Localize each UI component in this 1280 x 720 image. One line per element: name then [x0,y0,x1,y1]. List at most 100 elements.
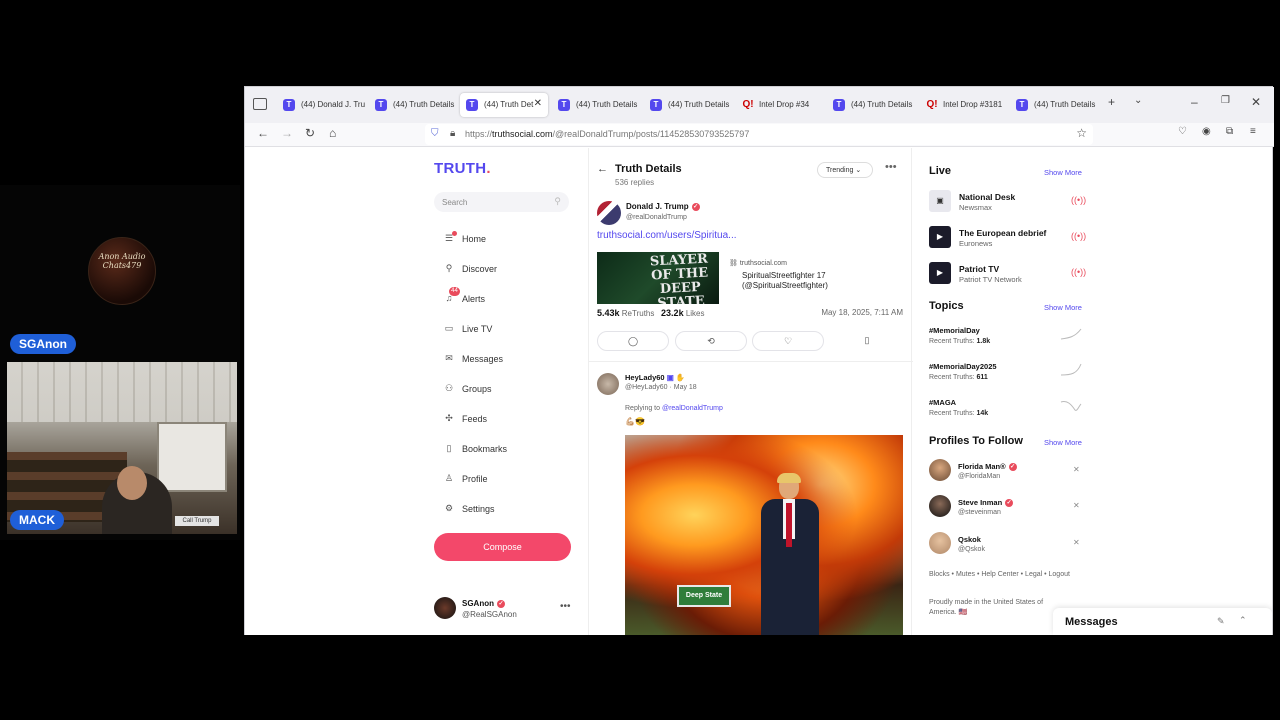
follow-suggestion[interactable]: Steve Inman ✓ @steveinman ✕ [929,495,1089,521]
url-bar[interactable]: ⛉ 🔒︎ https://truthsocial.com/@realDonald… [425,124,1093,145]
play-icon: ▶ [929,226,951,248]
retruth-count[interactable]: 5.43k [597,308,620,318]
search-input[interactable]: Search ⚲ [434,192,569,212]
bookmark-button[interactable]: ▯ [831,331,903,351]
retruth-label[interactable]: ReTruths [622,309,655,318]
like-count[interactable]: 23.2k [661,308,684,318]
extensions-icon[interactable]: ⧉ [1226,126,1233,137]
browser-tab[interactable]: Q! Intel Drop #34 [735,93,823,117]
more-options-icon[interactable]: ••• [560,601,571,612]
reload-icon[interactable]: ↻ [305,126,315,140]
badge-icon: ▣ [666,373,674,382]
avatar [929,459,951,481]
close-tab-icon[interactable]: ✕ [534,98,542,109]
nav-label: Settings [462,504,495,514]
avatar [929,532,951,554]
menu-icon[interactable]: ≡ [1250,126,1256,137]
account-icon[interactable]: ◉ [1202,126,1211,137]
live-show-more[interactable]: Show More [1044,168,1082,177]
minimize-icon[interactable]: – [1191,95,1198,109]
like-button[interactable]: ♡ [752,331,824,351]
webcam-sign: Call Trump [175,516,219,526]
browser-tab[interactable]: T (44) Donald J. Tru [277,93,365,117]
home-icon[interactable]: ⌂ [329,126,336,140]
topic-item[interactable]: #MemorialDay2025 Recent Truths: 611 [929,362,1089,388]
profiles-show-more[interactable]: Show More [1044,438,1082,447]
follow-handle: @Qskok [958,546,985,553]
follow-suggestion[interactable]: Qskok @Qskok ✕ [929,532,1089,558]
replying-to-link[interactable]: @realDonaldTrump [662,405,723,412]
post-link[interactable]: truthsocial.com/users/Spiritua... [597,230,737,241]
groups-icon: ⚇ [444,383,454,393]
reply-image[interactable]: Deep State [625,435,903,635]
browser-tab[interactable]: T (44) Truth Details [552,93,640,117]
verified-icon: ✓ [1005,499,1014,508]
trend-sparkline-icon [1060,363,1082,376]
page-title: Truth Details [615,163,682,175]
live-heading: Live [929,165,952,177]
chevron-up-icon[interactable]: ⌃ [1239,615,1247,626]
truth-favicon-icon: T [650,99,662,111]
reply-count: 536 replies [615,178,655,187]
replying-to: Replying to @realDonaldTrump [625,405,723,412]
compose-button[interactable]: Compose [434,533,571,561]
live-thumbnail: ▣ [929,190,951,212]
post-author-avatar[interactable] [597,201,621,225]
new-tab-icon[interactable]: + [1108,95,1115,109]
shield-icon[interactable]: ⛉ [431,128,439,139]
truth-favicon-icon: T [375,99,387,111]
footer-links[interactable]: Blocks • Mutes • Help Center • Legal • L… [929,569,1079,581]
follow-suggestion[interactable]: Florida Man® ✓ @FloridaMan ✕ [929,459,1089,485]
browser-tab[interactable]: T (44) Truth Details [1010,93,1098,117]
browser-tab[interactable]: Q! Intel Drop #3181 [919,93,1007,117]
lock-icon[interactable]: 🔒︎ [450,128,455,139]
live-item[interactable]: ▶ Patriot TV Patriot TV Network ((•)) [929,262,1089,288]
url-text[interactable]: https://truthsocial.com/@realDonaldTrump… [465,129,749,139]
forward-icon[interactable]: → [281,126,293,140]
reply-author-handle: @HeyLady60 · May 18 [625,384,697,391]
restore-icon[interactable]: ❐ [1221,95,1230,106]
browser-tab[interactable]: T (44) Truth Details [369,93,457,117]
browser-tab[interactable]: T (44) Truth Details [644,93,732,117]
back-icon[interactable]: ← [257,126,269,140]
live-item[interactable]: ▶ The European debrief Euronews ((•)) [929,226,1089,252]
post-author-handle[interactable]: @realDonaldTrump [626,214,687,221]
dismiss-icon[interactable]: ✕ [1073,465,1080,474]
reply-button[interactable]: ◯ [597,331,669,351]
link-preview-image: SLAYER OF THE DEEP STATE [597,252,719,304]
current-user[interactable]: SGAnon ✓ @RealSGAnon ••• [434,597,574,621]
alerts-badge: 44 [449,287,460,296]
figure-hair [777,473,801,483]
tab-overflow-chevron-icon[interactable]: ⌄ [1134,95,1142,106]
close-window-icon[interactable]: ✕ [1251,95,1261,109]
reply-text: 💪🏼😎 [625,417,645,426]
tab-list-icon[interactable] [253,98,267,110]
topic-item[interactable]: #MAGA Recent Truths: 14k [929,398,1089,424]
topics-show-more[interactable]: Show More [1044,303,1082,312]
pocket-icon[interactable]: ♡ [1178,126,1187,137]
discover-icon: ⚲ [445,263,453,273]
live-title: Patriot TV [959,264,1000,274]
reply-author-name[interactable]: HeyLady60 ▣ ✋ [625,373,685,382]
browser-tab-active[interactable]: T (44) Truth Det ✕ [460,93,548,117]
sort-dropdown[interactable]: Trending ⌄ [817,162,873,178]
dismiss-icon[interactable]: ✕ [1073,538,1080,547]
dismiss-icon[interactable]: ✕ [1073,501,1080,510]
back-arrow-icon[interactable]: ← [597,163,608,175]
link-preview-card[interactable]: SLAYER OF THE DEEP STATE ⛓︎ truthsocial.… [597,252,903,304]
messages-panel[interactable]: Messages ✎ ⌃ [1053,608,1272,635]
reply-author-avatar[interactable] [597,373,619,395]
live-item[interactable]: ▣ National Desk Newsmax ((•)) [929,190,1089,216]
topic-item[interactable]: #MemorialDay Recent Truths: 1.8k [929,326,1089,352]
truth-logo[interactable]: TRUTH. [434,160,491,177]
more-options-icon[interactable]: ••• [885,161,897,173]
browser-window: T (44) Donald J. Tru T (44) Truth Details … [244,86,1274,635]
retruth-button[interactable]: ⟲ [675,331,747,351]
retruth-icon: ⟲ [707,336,715,346]
like-label[interactable]: Likes [686,309,705,318]
topic-count-label: Recent Truths: [929,410,975,417]
bookmark-star-icon[interactable]: ☆ [1076,126,1087,140]
compose-message-icon[interactable]: ✎ [1217,616,1225,627]
browser-tab[interactable]: T (44) Truth Details [827,93,915,117]
post-author-name[interactable]: Donald J. Trump ✓ [626,202,700,211]
